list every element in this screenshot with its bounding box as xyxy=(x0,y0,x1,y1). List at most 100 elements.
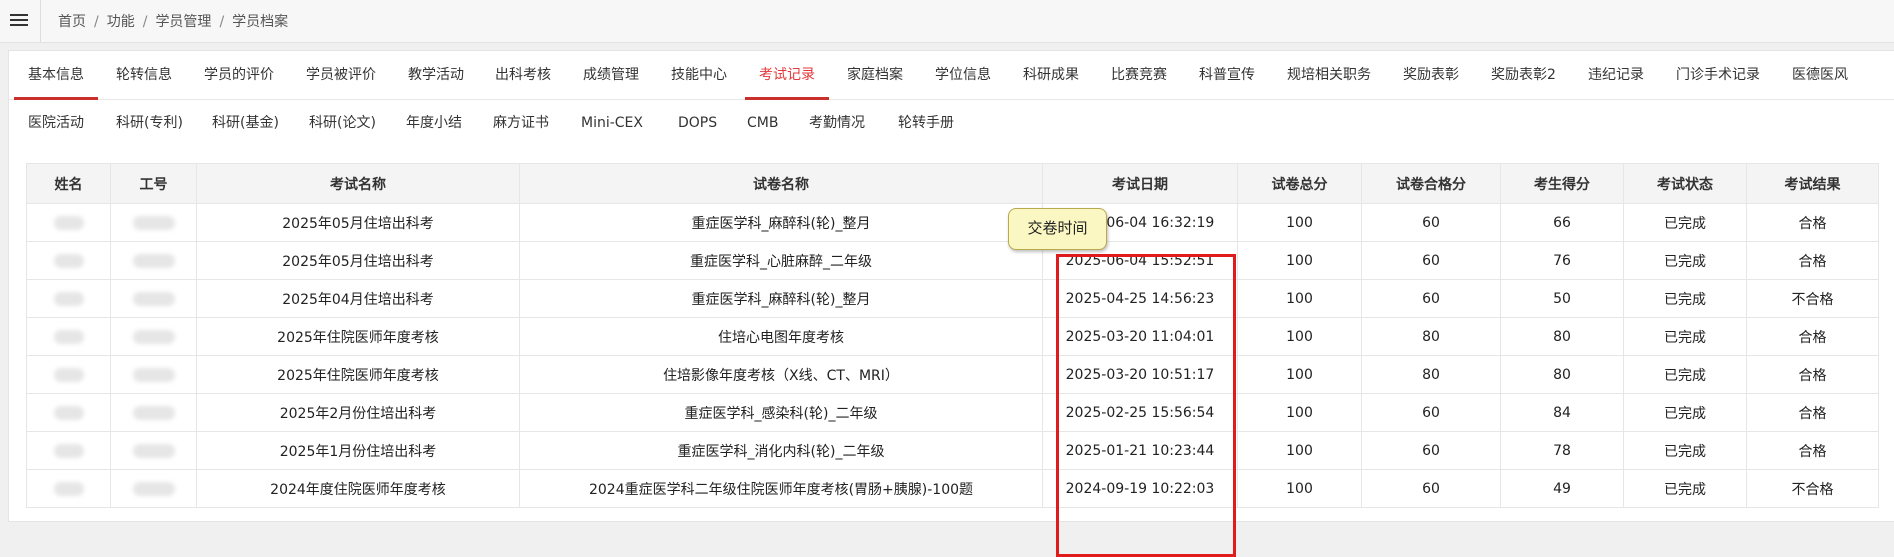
header-exam-status[interactable]: 考试状态 xyxy=(1623,163,1747,204)
table-row[interactable]: 2025年05月住培出科考 重症医学科_麻醉科(轮)_整月 2025-06-04 1… xyxy=(26,203,1879,242)
redacted-id xyxy=(132,481,175,496)
tab-grade-management[interactable]: 成绩管理 xyxy=(580,51,642,99)
redacted-id xyxy=(132,215,175,230)
cell-paper-name: 重症医学科_感染科(轮)_二年级 xyxy=(519,393,1043,432)
cell-name xyxy=(26,241,111,280)
tab-disciplinary-records[interactable]: 违纪记录 xyxy=(1585,51,1647,99)
tab-research-results[interactable]: 科研成果 xyxy=(1020,51,1082,99)
breadcrumb-function[interactable]: 功能 xyxy=(107,14,135,30)
tab-student-evaluated[interactable]: 学员被评价 xyxy=(303,51,379,99)
cell-pass-score: 60 xyxy=(1361,393,1501,432)
cell-employee-id xyxy=(110,203,197,242)
tab-teaching-activity[interactable]: 教学活动 xyxy=(405,51,467,99)
cell-paper-name: 2024重症医学科二年级住院医师年度考核(胃肠+胰腺)-100题 xyxy=(519,469,1043,508)
tab-competitions[interactable]: 比赛竞赛 xyxy=(1108,51,1170,99)
cell-exam-result: 不合格 xyxy=(1746,469,1879,508)
redacted-name xyxy=(53,405,84,420)
cell-exam-name: 2025年05月住培出科考 xyxy=(196,241,520,280)
table-row[interactable]: 2025年住院医师年度考核 住培影像年度考核（X线、CT、MRI） 2025-03-… xyxy=(26,355,1879,394)
table-row[interactable]: 2025年住院医师年度考核 住培心电图年度考核 2025-03-20 11:04:0… xyxy=(26,317,1879,356)
tab-exam-records[interactable]: 考试记录 xyxy=(745,51,829,100)
tab-student-evaluation[interactable]: 学员的评价 xyxy=(201,51,277,99)
cell-pass-score: 60 xyxy=(1361,469,1501,508)
redacted-name xyxy=(53,329,84,344)
tab-family-archive[interactable]: 家庭档案 xyxy=(844,51,906,99)
hamburger-menu-icon[interactable] xyxy=(10,11,28,29)
table-row[interactable]: 2024年度住院医师年度考核 2024重症医学科二年级住院医师年度考核(胃肠+胰腺… xyxy=(26,469,1879,508)
redacted-id xyxy=(132,405,175,420)
tab-skill-center[interactable]: 技能中心 xyxy=(668,51,730,99)
cell-student-score: 78 xyxy=(1500,431,1624,470)
cell-total-score: 100 xyxy=(1237,317,1362,356)
header-employee-id[interactable]: 工号 xyxy=(110,163,197,204)
tab-mini-cex[interactable]: Mini-CEX xyxy=(578,99,646,147)
tab-row-1: 基本信息 轮转信息 学员的评价 学员被评价 教学活动 出科考核 成绩管理 技能中… xyxy=(9,51,1894,100)
top-bar: 首页 / 功能 / 学员管理 / 学员档案 xyxy=(0,0,1894,43)
tab-anesthesia-certificate[interactable]: 麻方证书 xyxy=(490,99,552,147)
cell-total-score: 100 xyxy=(1237,355,1362,394)
header-total-score[interactable]: 试卷总分 xyxy=(1237,163,1362,204)
table-row[interactable]: 2025年2月份住培出科考 重症医学科_感染科(轮)_二年级 2025-02-25 … xyxy=(26,393,1879,432)
cell-exam-status: 已完成 xyxy=(1623,241,1747,280)
cell-name xyxy=(26,355,111,394)
header-exam-date[interactable]: 考试日期 xyxy=(1042,163,1238,204)
cell-pass-score: 60 xyxy=(1361,279,1501,318)
cell-exam-status: 已完成 xyxy=(1623,317,1747,356)
tab-research-fund[interactable]: 科研(基金) xyxy=(209,99,282,147)
header-student-score[interactable]: 考生得分 xyxy=(1500,163,1624,204)
tab-degree-info[interactable]: 学位信息 xyxy=(932,51,994,99)
table-row[interactable]: 2025年05月住培出科考 重症医学科_心脏麻醉_二年级 2025-06-04 15… xyxy=(26,241,1879,280)
header-exam-result[interactable]: 考试结果 xyxy=(1746,163,1879,204)
tab-dops[interactable]: DOPS xyxy=(675,99,720,147)
tab-exit-exam[interactable]: 出科考核 xyxy=(492,51,554,99)
cell-name xyxy=(26,203,111,242)
tab-attendance[interactable]: 考勤情况 xyxy=(806,99,868,147)
tab-basic-info[interactable]: 基本信息 xyxy=(14,51,98,100)
tab-outpatient-surgery[interactable]: 门诊手术记录 xyxy=(1673,51,1763,99)
breadcrumb-student-management[interactable]: 学员管理 xyxy=(155,14,211,30)
header-pass-score[interactable]: 试卷合格分 xyxy=(1361,163,1501,204)
table-row[interactable]: 2025年04月住培出科考 重症医学科_麻醉科(轮)_整月 2025-04-25 1… xyxy=(26,279,1879,318)
header-name[interactable]: 姓名 xyxy=(26,163,111,204)
cell-exam-result: 合格 xyxy=(1746,355,1879,394)
breadcrumb-home[interactable]: 首页 xyxy=(58,14,86,30)
tab-awards-2[interactable]: 奖励表彰2 xyxy=(1488,51,1559,99)
cell-exam-name: 2025年2月份住培出科考 xyxy=(196,393,520,432)
cell-employee-id xyxy=(110,469,197,508)
tab-awards[interactable]: 奖励表彰 xyxy=(1400,51,1462,99)
cell-name xyxy=(26,279,111,318)
tab-research-patent[interactable]: 科研(专利) xyxy=(113,99,186,147)
cell-exam-status: 已完成 xyxy=(1623,393,1747,432)
breadcrumb-student-archive: 学员档案 xyxy=(232,14,289,30)
tab-science-publicity[interactable]: 科普宣传 xyxy=(1196,51,1258,99)
cell-student-score: 49 xyxy=(1500,469,1624,508)
cell-exam-date: 2024-09-19 10:22:03 xyxy=(1042,469,1238,508)
header-exam-name[interactable]: 考试名称 xyxy=(196,163,520,204)
table-row[interactable]: 2025年1月份住培出科考 重症医学科_消化内科(轮)_二年级 2025-01-21… xyxy=(26,431,1879,470)
tab-rotation-info[interactable]: 轮转信息 xyxy=(113,51,175,99)
submission-time-tooltip: 交卷时间 xyxy=(1008,208,1107,250)
tab-cmb[interactable]: CMB xyxy=(744,99,781,147)
header-paper-name[interactable]: 试卷名称 xyxy=(519,163,1043,204)
cell-total-score: 100 xyxy=(1237,279,1362,318)
tab-training-positions[interactable]: 规培相关职务 xyxy=(1284,51,1374,99)
cell-exam-status: 已完成 xyxy=(1623,355,1747,394)
cell-exam-name: 2024年度住院医师年度考核 xyxy=(196,469,520,508)
cell-pass-score: 60 xyxy=(1361,203,1501,242)
cell-student-score: 80 xyxy=(1500,317,1624,356)
cell-pass-score: 80 xyxy=(1361,317,1501,356)
tab-annual-summary[interactable]: 年度小结 xyxy=(403,99,465,147)
cell-total-score: 100 xyxy=(1237,431,1362,470)
redacted-name xyxy=(53,443,84,458)
cell-paper-name: 重症医学科_心脏麻醉_二年级 xyxy=(519,241,1043,280)
tab-hospital-activities[interactable]: 医院活动 xyxy=(25,99,87,147)
redacted-id xyxy=(132,291,175,306)
table-header-row: 姓名 工号 考试名称 试卷名称 考试日期 试卷总分 试卷合格分 考生得分 考试状… xyxy=(26,163,1879,204)
tab-medical-ethics[interactable]: 医德医风 xyxy=(1789,51,1851,99)
tab-rotation-handbook[interactable]: 轮转手册 xyxy=(895,99,957,147)
tab-research-paper[interactable]: 科研(论文) xyxy=(306,99,379,147)
redacted-name xyxy=(53,291,84,306)
cell-exam-status: 已完成 xyxy=(1623,279,1747,318)
cell-exam-status: 已完成 xyxy=(1623,431,1747,470)
cell-exam-name: 2025年住院医师年度考核 xyxy=(196,355,520,394)
